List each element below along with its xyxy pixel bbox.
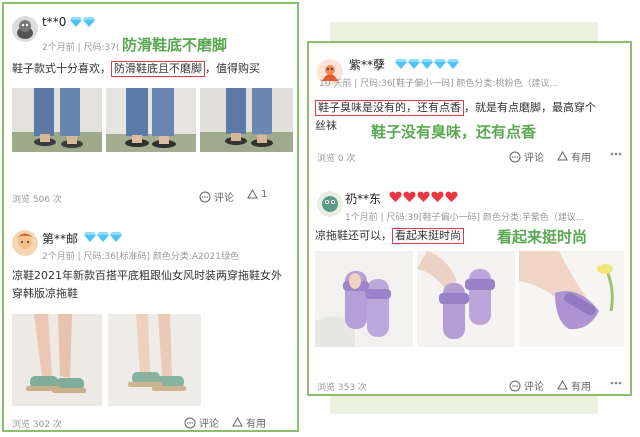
review-text: 凉鞋2021年新款百搭平底粗跟仙女风时装两穿拖鞋女外 穿韩版凉拖鞋 xyxy=(12,267,297,303)
diamond-badge-icon xyxy=(83,17,95,27)
heart-badge-icon xyxy=(445,191,458,202)
view-count: 浏览 0 次 xyxy=(317,154,356,164)
comment-button[interactable]: 评论 xyxy=(184,415,219,430)
review-text-line: 凉鞋2021年新款百搭平底粗跟仙女风时装两穿拖鞋女外 xyxy=(12,269,282,282)
review-meta: 10 天前 | 尺码:36[鞋子偏小一码] 颜色分类:桃粉色（建议... xyxy=(319,79,559,89)
diamond-badge-icon xyxy=(70,17,82,27)
comment-button[interactable]: 评论 xyxy=(199,189,234,204)
heart-badge-icon xyxy=(431,191,444,202)
useful-label: 有用 xyxy=(246,419,266,430)
callout-annotation: 鞋子没有臭味，还有点香 xyxy=(371,123,537,141)
useful-icon xyxy=(557,151,568,161)
useful-icon xyxy=(557,380,568,390)
review-photo[interactable] xyxy=(12,88,102,152)
diamond-badge-icon xyxy=(395,59,407,69)
comment-label: 评论 xyxy=(199,419,219,430)
review-card: 第**邮 2个月前 | 尺码:36[标准码] 颜色分类:A2021绿色 凉鞋20… xyxy=(4,216,297,430)
useful-icon xyxy=(232,417,243,427)
more-icon xyxy=(610,152,622,156)
comment-icon xyxy=(509,380,521,391)
review-photo[interactable] xyxy=(519,251,624,347)
avatar[interactable] xyxy=(317,191,343,217)
heart-badge-icon xyxy=(389,191,402,202)
review-photo[interactable] xyxy=(12,314,102,406)
review-text-part: ，就是有点磨脚，最高穿个 xyxy=(464,101,596,114)
comment-icon xyxy=(184,417,196,428)
diamond-badge-icon xyxy=(84,232,96,242)
avatar[interactable] xyxy=(12,230,38,256)
highlighted-phrase: 看起来挺时尚 xyxy=(392,228,464,244)
more-button[interactable] xyxy=(609,147,623,161)
review-text-line: 穿韩版凉拖鞋 xyxy=(12,287,78,300)
more-icon xyxy=(610,381,622,385)
comment-label: 评论 xyxy=(524,382,544,393)
diamond-badge-icon xyxy=(447,59,459,69)
review-meta: 2个月前 | 尺码:36[标准码] 颜色分类:A2021绿色 xyxy=(42,252,239,262)
comment-label: 评论 xyxy=(214,193,234,204)
badge-row xyxy=(395,59,459,69)
diamond-badge-icon xyxy=(110,232,122,242)
review-meta: 2个月前 | 尺码:37( xyxy=(42,43,120,53)
badge-row xyxy=(389,191,458,203)
username[interactable]: 第**邮 xyxy=(42,230,78,247)
like-icon xyxy=(247,189,258,199)
review-text-part: 鞋子款式十分喜欢， xyxy=(12,62,111,75)
review-card: 紫**孽 10 天前 | 尺码:36[鞋子偏小一码] 颜色分类:桃粉色（建议..… xyxy=(309,43,630,183)
avatar-image xyxy=(12,16,38,42)
useful-label: 有用 xyxy=(571,382,591,393)
like-count: 1 xyxy=(261,189,268,200)
view-count: 浏览 302 次 xyxy=(12,420,62,430)
review-text-line: 鞋子臭味是没有的，还有点香 ，就是有点磨脚，最高穿个 xyxy=(315,99,630,117)
diamond-badge-icon xyxy=(421,59,433,69)
username[interactable]: t**0 xyxy=(42,15,66,29)
username[interactable]: 紫**孽 xyxy=(349,56,385,73)
review-text-part: ，值得购买 xyxy=(205,62,260,75)
highlighted-phrase: 防滑鞋底且不磨脚 xyxy=(111,61,205,77)
heart-badge-icon xyxy=(403,191,416,202)
review-text: 鞋子款式十分喜欢， 防滑鞋底且不磨脚 ，值得购买 xyxy=(12,60,297,78)
review-meta: 1个月前 | 尺码:39[鞋子偏小一码] 颜色分类:芋紫色（建议... xyxy=(345,213,585,223)
review-photo[interactable] xyxy=(108,314,201,406)
highlighted-phrase: 鞋子臭味是没有的，还有点香 xyxy=(315,100,464,116)
left-review-panel: t**0 2个月前 | 尺码:37( 防滑鞋底不磨脚 鞋子款式十分喜欢， 防滑鞋底… xyxy=(2,2,299,432)
badge-row xyxy=(70,17,95,27)
comment-label: 评论 xyxy=(524,153,544,164)
review-card: t**0 2个月前 | 尺码:37( 防滑鞋底不磨脚 鞋子款式十分喜欢， 防滑鞋底… xyxy=(4,4,297,209)
comment-button[interactable]: 评论 xyxy=(509,378,544,393)
review-card: 礽**东 1个月前 | 尺码:39[鞋子偏小一码] 颜色分类:芋紫色（建议...… xyxy=(309,183,630,394)
avatar-image xyxy=(12,230,38,256)
view-count: 浏览 353 次 xyxy=(317,383,367,393)
review-photo[interactable] xyxy=(106,88,196,152)
comment-button[interactable]: 评论 xyxy=(509,149,544,164)
comment-icon xyxy=(509,151,521,162)
review-text-part: 凉拖鞋还可以， xyxy=(315,229,392,242)
useful-button[interactable]: 有用 xyxy=(557,149,591,164)
diamond-badge-icon xyxy=(434,59,446,69)
avatar-image xyxy=(317,191,343,217)
avatar[interactable] xyxy=(12,16,38,42)
callout-annotation: 看起来挺时尚 xyxy=(497,228,588,246)
comment-icon xyxy=(199,191,211,202)
badge-row xyxy=(84,232,122,242)
useful-button[interactable]: 有用 xyxy=(232,415,266,430)
diamond-badge-icon xyxy=(408,59,420,69)
username[interactable]: 礽**东 xyxy=(345,190,381,207)
callout-annotation: 防滑鞋底不磨脚 xyxy=(122,36,228,54)
useful-button[interactable]: 有用 xyxy=(557,378,591,393)
useful-label: 有用 xyxy=(571,153,591,164)
right-review-panel: 紫**孽 10 天前 | 尺码:36[鞋子偏小一码] 颜色分类:桃粉色（建议..… xyxy=(307,41,632,396)
review-photo[interactable] xyxy=(200,88,293,152)
heart-badge-icon xyxy=(417,191,430,202)
review-photo[interactable] xyxy=(417,251,515,347)
review-photo[interactable] xyxy=(315,251,413,347)
like-button[interactable]: 1 xyxy=(247,189,267,200)
diamond-badge-icon xyxy=(97,232,109,242)
view-count: 浏览 506 次 xyxy=(12,195,62,205)
more-button[interactable] xyxy=(609,376,623,390)
